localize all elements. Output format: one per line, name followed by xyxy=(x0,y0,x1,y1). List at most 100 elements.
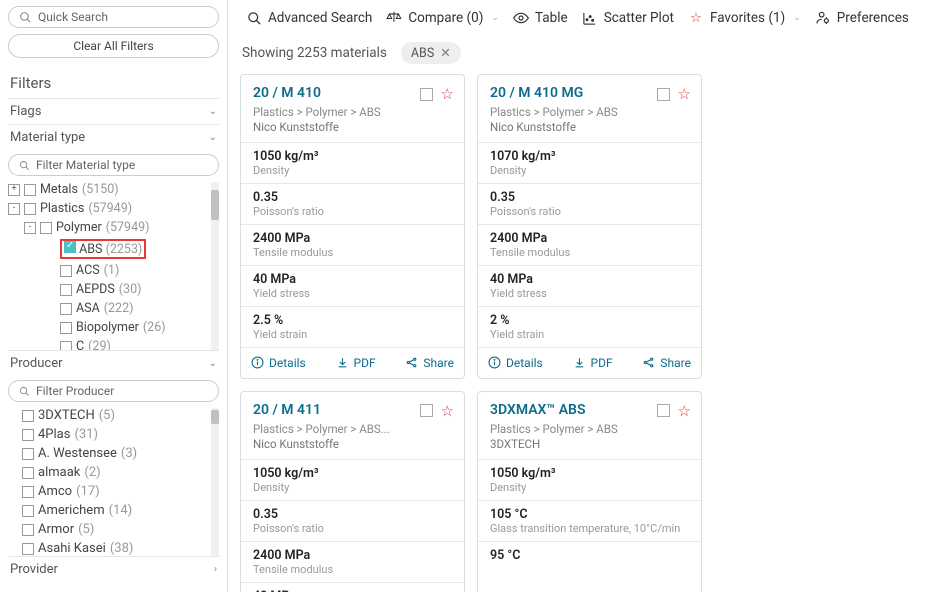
pdf-button[interactable]: PDF xyxy=(336,356,376,370)
property-label: Tensile modulus xyxy=(253,246,452,259)
producer-item[interactable]: almaak (2) xyxy=(8,463,219,482)
select-checkbox[interactable] xyxy=(420,88,433,101)
producer-item[interactable]: A. Westensee (3) xyxy=(8,444,219,463)
checkbox[interactable] xyxy=(22,524,34,536)
close-icon[interactable]: ✕ xyxy=(440,45,450,61)
select-checkbox[interactable] xyxy=(657,88,670,101)
results-grid: 20 / M 410Plastics > Polymer > ABSNico K… xyxy=(228,74,932,592)
pdf-button[interactable]: PDF xyxy=(573,356,613,370)
tree-item-asa[interactable]: ASA (222) xyxy=(8,299,219,318)
scatter-plot-button[interactable]: Scatter Plot xyxy=(578,8,678,28)
table-button[interactable]: Table xyxy=(509,8,572,28)
producer-item[interactable]: 4Plas (31) xyxy=(8,425,219,444)
checkbox[interactable] xyxy=(22,467,34,479)
select-checkbox[interactable] xyxy=(420,404,433,417)
property-row: 2400 MPaTensile modulus xyxy=(241,224,464,265)
toolbar: Advanced Search Compare (0) ⌄ Table Scat… xyxy=(228,0,932,36)
advanced-search-button[interactable]: Advanced Search xyxy=(242,8,376,28)
tree-item-abs[interactable]: ABS (2253) xyxy=(8,237,219,261)
share-button[interactable]: Share xyxy=(642,356,691,370)
card-header: 20 / M 410 MGPlastics > Polymer > ABSNic… xyxy=(478,75,701,142)
select-checkbox[interactable] xyxy=(657,404,670,417)
person-gear-icon xyxy=(815,10,831,26)
checkbox[interactable] xyxy=(22,543,34,555)
producer-item[interactable]: Americhem (14) xyxy=(8,501,219,520)
checkbox[interactable] xyxy=(22,505,34,517)
producer-item[interactable]: Amco (17) xyxy=(8,482,219,501)
property-row: 40 MPaYield stress xyxy=(478,265,701,306)
favorite-star-icon[interactable]: ☆ xyxy=(441,85,454,103)
checkbox[interactable] xyxy=(24,184,36,196)
card-header: 3DXMAX™ ABSPlastics > Polymer > ABS3DXTE… xyxy=(478,392,701,459)
producer-item[interactable]: 3DXTECH (5) xyxy=(8,406,219,425)
card-breadcrumb: Plastics > Polymer > ABS xyxy=(490,105,689,120)
tree-item-aepds[interactable]: AEPDS (30) xyxy=(8,280,219,299)
scatter-icon xyxy=(582,10,598,26)
filter-material-type-input[interactable]: Filter Material type xyxy=(8,154,219,176)
clear-filters-button[interactable]: Clear All Filters xyxy=(8,34,219,58)
scale-icon xyxy=(386,10,402,26)
property-row: 0.35Poisson's ratio xyxy=(478,183,701,224)
preferences-button[interactable]: Preferences xyxy=(811,8,913,28)
scrollbar[interactable] xyxy=(211,182,219,350)
expand-icon[interactable]: - xyxy=(24,222,36,234)
property-row: 1050 kg/m³Density xyxy=(478,459,701,500)
checkbox[interactable] xyxy=(64,241,76,253)
material-type-tree: + Metals (5150)- Plastics (57949)- Polym… xyxy=(8,180,219,350)
material-card: 20 / M 410 MGPlastics > Polymer > ABSNic… xyxy=(477,74,702,379)
tree-item-polymer[interactable]: - Polymer (57949) xyxy=(8,218,219,237)
quick-search-placeholder: Quick Search xyxy=(38,10,108,24)
provider-group[interactable]: Provider› xyxy=(8,556,219,582)
checkbox[interactable] xyxy=(40,222,52,234)
expand-icon[interactable]: - xyxy=(8,203,20,215)
checkbox[interactable] xyxy=(60,303,72,315)
checkbox[interactable] xyxy=(60,284,72,296)
property-value: 1050 kg/m³ xyxy=(490,466,689,481)
tree-item-plastics[interactable]: - Plastics (57949) xyxy=(8,199,219,218)
flags-group[interactable]: Flags⌄ xyxy=(8,98,219,124)
material-card: 3DXMAX™ ABSPlastics > Polymer > ABS3DXTE… xyxy=(477,391,702,592)
checkbox[interactable] xyxy=(22,410,34,422)
details-button[interactable]: Details xyxy=(488,356,543,370)
checkbox[interactable] xyxy=(22,429,34,441)
favorite-star-icon[interactable]: ☆ xyxy=(441,402,454,420)
tree-item-acs[interactable]: ACS (1) xyxy=(8,261,219,280)
card-breadcrumb: Plastics > Polymer > ABS xyxy=(490,422,689,437)
property-row: 105 °CGlass transition temperature, 10°C… xyxy=(478,500,701,541)
checkbox[interactable] xyxy=(60,265,72,277)
scrollbar[interactable] xyxy=(211,408,219,556)
share-button[interactable]: Share xyxy=(405,356,454,370)
producer-tree: 3DXTECH (5) 4Plas (31) A. Westensee (3) … xyxy=(8,406,219,556)
material-type-group[interactable]: Material type⌄ xyxy=(8,124,219,150)
favorites-button[interactable]: ☆ Favorites (1) ⌄ xyxy=(684,8,805,28)
card-breadcrumb: Plastics > Polymer > ABS xyxy=(253,105,452,120)
tree-item-biopolymer[interactable]: Biopolymer (26) xyxy=(8,318,219,337)
card-header: 20 / M 410Plastics > Polymer > ABSNico K… xyxy=(241,75,464,142)
producer-item[interactable]: Asahi Kasei (38) xyxy=(8,539,219,556)
producer-group[interactable]: Producer⌄ xyxy=(8,350,219,376)
expand-icon[interactable]: + xyxy=(8,184,20,196)
chevron-right-icon: › xyxy=(214,564,217,575)
checkbox[interactable] xyxy=(22,486,34,498)
producer-item[interactable]: Armor (5) xyxy=(8,520,219,539)
card-actions: Details PDF Share xyxy=(478,347,701,378)
compare-button[interactable]: Compare (0) ⌄ xyxy=(382,8,503,28)
favorite-star-icon[interactable]: ☆ xyxy=(678,402,691,420)
checkbox[interactable] xyxy=(24,203,36,215)
highlighted-filter: ABS (2253) xyxy=(60,239,146,259)
checkbox[interactable] xyxy=(60,322,72,334)
material-card: 20 / M 410Plastics > Polymer > ABSNico K… xyxy=(240,74,465,379)
property-value: 2 % xyxy=(490,313,689,328)
details-button[interactable]: Details xyxy=(251,356,306,370)
favorite-star-icon[interactable]: ☆ xyxy=(678,85,691,103)
tree-item-c[interactable]: C (29) xyxy=(8,337,219,350)
tree-item-metals[interactable]: + Metals (5150) xyxy=(8,180,219,199)
star-icon: ☆ xyxy=(688,10,704,26)
card-producer: Nico Kunststoffe xyxy=(490,120,689,134)
checkbox[interactable] xyxy=(22,448,34,460)
property-row: 1070 kg/m³Density xyxy=(478,142,701,183)
checkbox[interactable] xyxy=(60,341,72,351)
quick-search[interactable]: Quick Search xyxy=(8,6,219,28)
filter-producer-input[interactable]: Filter Producer xyxy=(8,380,219,402)
filter-chip-abs[interactable]: ABS ✕ xyxy=(401,42,461,64)
